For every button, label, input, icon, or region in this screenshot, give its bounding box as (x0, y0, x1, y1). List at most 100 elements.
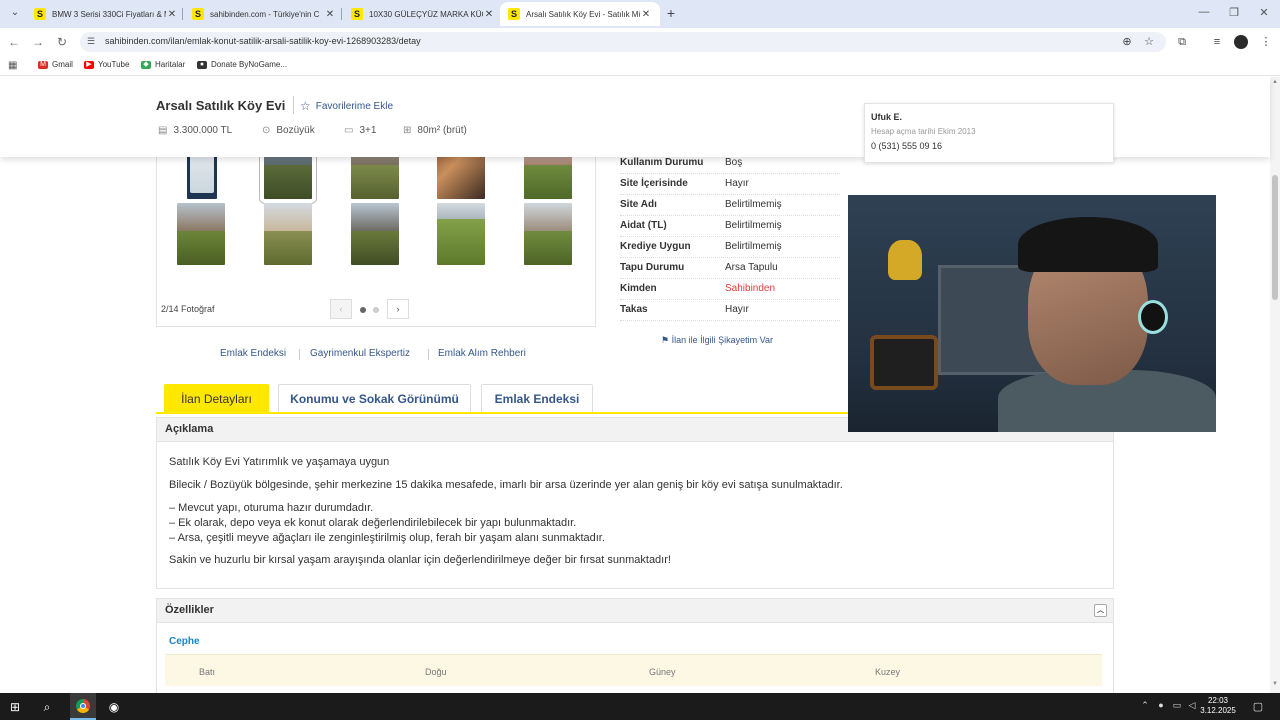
media-controls-icon[interactable]: ≡ (1209, 34, 1225, 50)
price-value: 3.300.000 TL (173, 125, 233, 136)
description-line: – Arsa, çeşitli meyve ağaçları ile zengi… (169, 532, 605, 544)
bookmark-maps[interactable]: ◆ Haritalar (141, 60, 185, 69)
property-label: Site Adı (620, 199, 657, 210)
gallery-next-button[interactable]: › (387, 299, 409, 319)
chrome-menu-icon[interactable]: ⋮ (1258, 34, 1274, 50)
seller-card: Ufuk E. Hesap açma tarihi Ekim 2013 0 (5… (864, 103, 1114, 163)
webcam-person-cap (1018, 217, 1158, 272)
gallery-thumbnail[interactable] (524, 203, 572, 265)
minimize-icon[interactable]: — (1197, 6, 1211, 18)
search-icon[interactable]: ⌕ (38, 698, 56, 716)
address-bar[interactable]: ☰ sahibinden.com/ilan/emlak-konut-satili… (80, 32, 1166, 52)
gallery-thumbnail[interactable] (177, 203, 225, 265)
bookmarks-bar: ▦ M Gmail ▶ YouTube ◆ Haritalar ● Donate… (0, 56, 1280, 76)
property-row: Kimden Sahibinden (620, 279, 840, 300)
clock-date: 3.12.2025 (1200, 706, 1236, 715)
add-favorite-link[interactable]: ☆ Favorilerime Ekle (300, 99, 393, 113)
network-icon[interactable]: ▭ (1171, 700, 1183, 711)
microphone-icon[interactable]: ● (1155, 700, 1167, 710)
seller-phone[interactable]: 0 (531) 555 09 16 (871, 141, 1107, 151)
features-panel: Özellikler ︿ Cephe Batı Doğu Güney Kuzey (156, 598, 1114, 693)
description-line: Bilecik / Bozüyük bölgesinde, şehir merk… (169, 479, 843, 491)
url-text[interactable]: sahibinden.com/ilan/emlak-konut-satilik-… (105, 36, 421, 46)
browser-tab[interactable]: S BMW 3 Serisi 330Ci Fiyatları & M ✕ (26, 2, 186, 26)
gallery-thumbnail[interactable] (437, 203, 485, 265)
recording-app-icon[interactable]: ◉ (105, 698, 123, 716)
browser-tab[interactable]: S 10X30 GÜLEÇYÜZ MARKA KÜÇ ✕ (343, 2, 503, 26)
location-value: Bozüyük (276, 125, 315, 136)
browser-tab[interactable]: S sahibinden.com - Türkiye'nin C ✕ (184, 2, 344, 26)
tab-close-icon[interactable]: ✕ (166, 9, 178, 20)
tab-emlak-endeksi[interactable]: Emlak Endeksi (481, 384, 593, 413)
seller-name[interactable]: Ufuk E. (871, 112, 1107, 122)
tab-location-street-view[interactable]: Konumu ve Sokak Görünümü (278, 384, 471, 413)
star-icon: ☆ (300, 99, 311, 113)
tab-close-icon[interactable]: ✕ (640, 9, 652, 20)
property-label: Aidat (TL) (620, 220, 667, 231)
gayrimenkul-ekspertiz-link[interactable]: Gayrimenkul Ekspertiz (310, 348, 410, 359)
page-scrollbar[interactable]: ▲ ▼ (1270, 77, 1280, 693)
listing-page: Arsalı Satılık Köy Evi ☆ Favorilerime Ek… (0, 77, 1280, 693)
gallery-prev-button[interactable]: ‹ (330, 299, 352, 319)
gallery-page-dot[interactable] (373, 307, 379, 313)
property-value: Hayır (725, 304, 749, 315)
property-value: Arsa Tapulu (725, 262, 778, 273)
property-label: Takas (620, 304, 648, 315)
complaint-link[interactable]: ⚑ İlan ile İlgili Şikayetim Var (661, 335, 773, 346)
apps-grid-icon[interactable]: ▦ (8, 60, 17, 71)
bookmark-label: Donate ByNoGame... (211, 60, 288, 69)
windows-start-icon[interactable]: ⊞ (6, 698, 24, 716)
forward-icon[interactable]: → (30, 34, 46, 50)
extensions-icon[interactable]: ⧉ (1174, 34, 1190, 50)
account-date-value: Ekim 2013 (937, 127, 976, 136)
browser-tab-active[interactable]: S Arsalı Satılık Köy Evi - Satılık Mü ✕ (500, 2, 660, 26)
description-panel: Açıklama Satılık Köy Evi Yatırımlık ve y… (156, 417, 1114, 589)
profile-avatar[interactable] (1234, 35, 1248, 49)
back-icon[interactable]: ← (6, 34, 22, 50)
description-heading-label: Açıklama (165, 423, 214, 435)
emlak-endeksi-link[interactable]: Emlak Endeksi (220, 348, 286, 359)
photo-gallery: 2/14 Fotoğraf ‹ › (156, 132, 596, 327)
scroll-up-icon[interactable]: ▲ (1271, 79, 1279, 85)
volume-icon[interactable]: ◁ (1186, 700, 1198, 711)
notifications-icon[interactable]: ▢ (1252, 700, 1264, 713)
tab-close-icon[interactable]: ✕ (483, 9, 495, 20)
restore-icon[interactable]: ❐ (1227, 6, 1241, 19)
bookmark-donate[interactable]: ● Donate ByNoGame... (197, 60, 287, 69)
features-heading[interactable]: Özellikler ︿ (157, 599, 1113, 623)
gallery-page-dot-active[interactable] (360, 307, 366, 313)
scrollbar-thumb[interactable] (1272, 175, 1278, 300)
webcam-headphone (1138, 300, 1168, 334)
property-value: Belirtilmemiş (725, 199, 782, 210)
close-window-icon[interactable]: ✕ (1257, 6, 1271, 19)
gmail-icon: M (38, 60, 48, 69)
sahibinden-favicon-icon: S (192, 8, 204, 20)
bookmark-star-icon[interactable]: ☆ (1142, 35, 1156, 48)
facade-option: Kuzey (875, 667, 901, 677)
property-value: Belirtilmemiş (725, 220, 782, 231)
collapse-icon[interactable]: ︿ (1094, 604, 1107, 617)
scroll-down-icon[interactable]: ▼ (1271, 681, 1279, 687)
emlak-alim-rehberi-link[interactable]: Emlak Alım Rehberi (438, 348, 526, 359)
new-tab-icon[interactable]: + (664, 5, 678, 21)
seller-account-date: Hesap açma tarihi Ekim 2013 (871, 127, 1107, 136)
property-label: Tapu Durumu (620, 262, 685, 273)
bookmark-youtube[interactable]: ▶ YouTube (84, 60, 129, 69)
tab-search-icon[interactable]: ⌄ (8, 7, 22, 21)
site-info-icon[interactable]: ☰ (87, 36, 95, 47)
zoom-icon[interactable]: ⊕ (1120, 35, 1134, 48)
property-value: Belirtilmemiş (725, 241, 782, 252)
taskbar-clock[interactable]: 22:03 3.12.2025 (1200, 696, 1236, 716)
tab-listing-details[interactable]: İlan Detayları (164, 384, 269, 413)
gallery-thumbnail[interactable] (351, 203, 399, 265)
gallery-thumbnail[interactable] (264, 203, 312, 265)
chrome-taskbar-icon[interactable] (70, 693, 96, 720)
tray-chevron-icon[interactable]: ⌃ (1139, 700, 1151, 711)
chrome-logo-core (80, 703, 86, 709)
description-line: Satılık Köy Evi Yatırımlık ve yaşamaya u… (169, 456, 390, 468)
property-row: Takas Hayır (620, 300, 840, 321)
reload-icon[interactable]: ↻ (54, 34, 70, 50)
tab-close-icon[interactable]: ✕ (324, 9, 336, 20)
bookmark-gmail[interactable]: M Gmail (38, 60, 73, 69)
rooms-value: 3+1 (359, 125, 377, 136)
